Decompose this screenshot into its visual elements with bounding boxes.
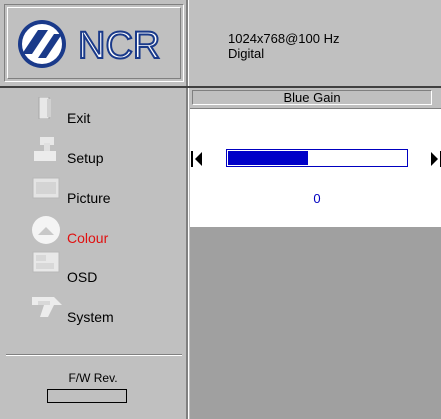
signal-info: 1024x768@100 Hz Digital [228,31,340,61]
arrow-left-icon[interactable] [190,150,204,168]
blue-gain-slider[interactable] [226,149,408,167]
ncr-logo: NCR [7,7,181,79]
sidebar-item-setup[interactable]: Setup [0,137,186,177]
empty-area [190,227,441,419]
osd-window: NCR 1024x768@100 Hz Digital Exit Setup P… [0,0,441,419]
sidebar-item-system[interactable]: System [0,297,186,337]
ncr-logo-mark: NCR [18,20,161,68]
setup-icon [34,137,56,161]
slider-fill [228,151,308,165]
firmware-value [47,389,127,403]
adjustment-panel: 0 [190,108,441,228]
door-icon [38,97,51,119]
picture-icon [32,177,60,199]
sidebar-item-picture[interactable]: Picture [0,177,186,217]
sidebar-item-label: OSD [67,269,98,285]
osd-icon [32,251,60,273]
sidebar-item-osd[interactable]: OSD [0,251,186,297]
gain-value: 0 [313,191,321,206]
system-icon [32,297,62,317]
signal-type-text: Digital [228,46,265,61]
sidebar-menu: Exit Setup Picture Colour OSD System F/W… [0,88,186,419]
sidebar-item-colour[interactable]: Colour [0,216,186,257]
firmware-separator [6,354,182,356]
resolution-text: 1024x768@100 Hz [228,31,340,46]
sidebar-item-label: System [67,309,114,325]
panel-header: Blue Gain [190,89,441,106]
arrow-right-icon[interactable] [429,150,441,168]
panel-title: Blue Gain [192,90,432,105]
firmware-label: F/W Rev. [68,371,118,385]
sidebar-item-label: Exit [67,110,91,126]
sidebar-item-label: Setup [67,150,104,166]
sidebar-item-label: Picture [67,190,111,206]
sidebar-divider [186,88,189,419]
colour-icon [32,216,60,244]
header-divider [186,0,189,86]
sidebar-item-exit[interactable]: Exit [0,97,186,137]
logo-text: NCR [78,25,160,67]
logo-frame: NCR [4,4,184,82]
header: NCR 1024x768@100 Hz Digital [0,0,441,88]
sidebar-item-label: Colour [67,230,109,246]
